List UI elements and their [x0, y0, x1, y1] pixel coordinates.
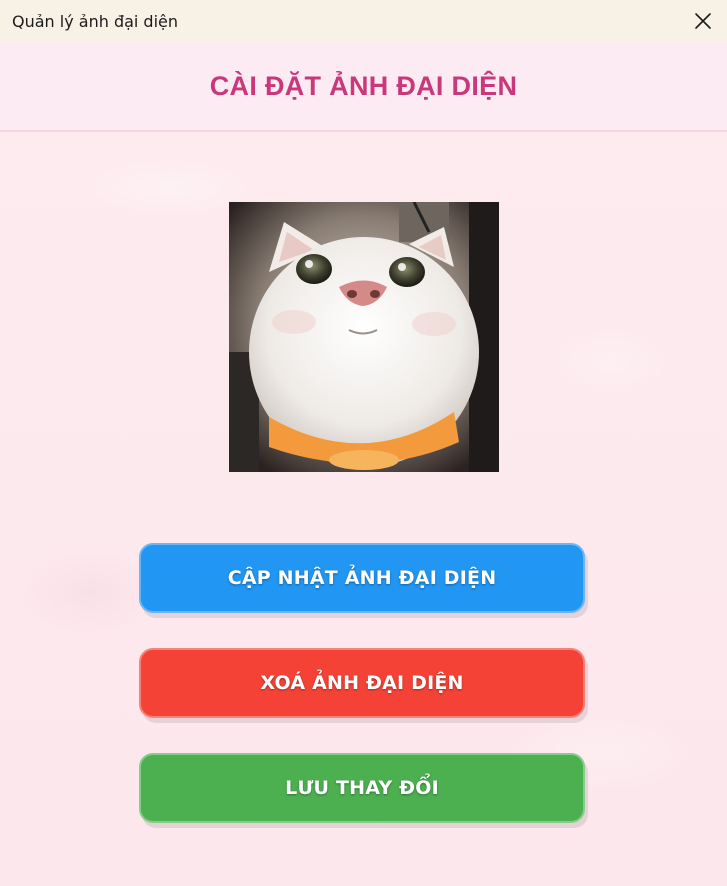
page-header: CÀI ĐẶT ẢNH ĐẠI DIỆN [0, 42, 727, 132]
update-avatar-button[interactable]: CẬP NHẬT ẢNH ĐẠI DIỆN [139, 543, 585, 613]
save-changes-button[interactable]: LƯU THAY ĐỔI [139, 753, 585, 823]
delete-avatar-button[interactable]: XOÁ ẢNH ĐẠI DIỆN [139, 648, 585, 718]
window-titlebar: Quản lý ảnh đại diện [0, 0, 727, 42]
avatar-image [229, 202, 499, 472]
cat-photo-icon [229, 202, 499, 472]
close-button[interactable] [691, 9, 715, 33]
close-icon [695, 13, 711, 29]
window-title: Quản lý ảnh đại diện [12, 11, 179, 31]
page-title: CÀI ĐẶT ẢNH ĐẠI DIỆN [209, 70, 518, 101]
